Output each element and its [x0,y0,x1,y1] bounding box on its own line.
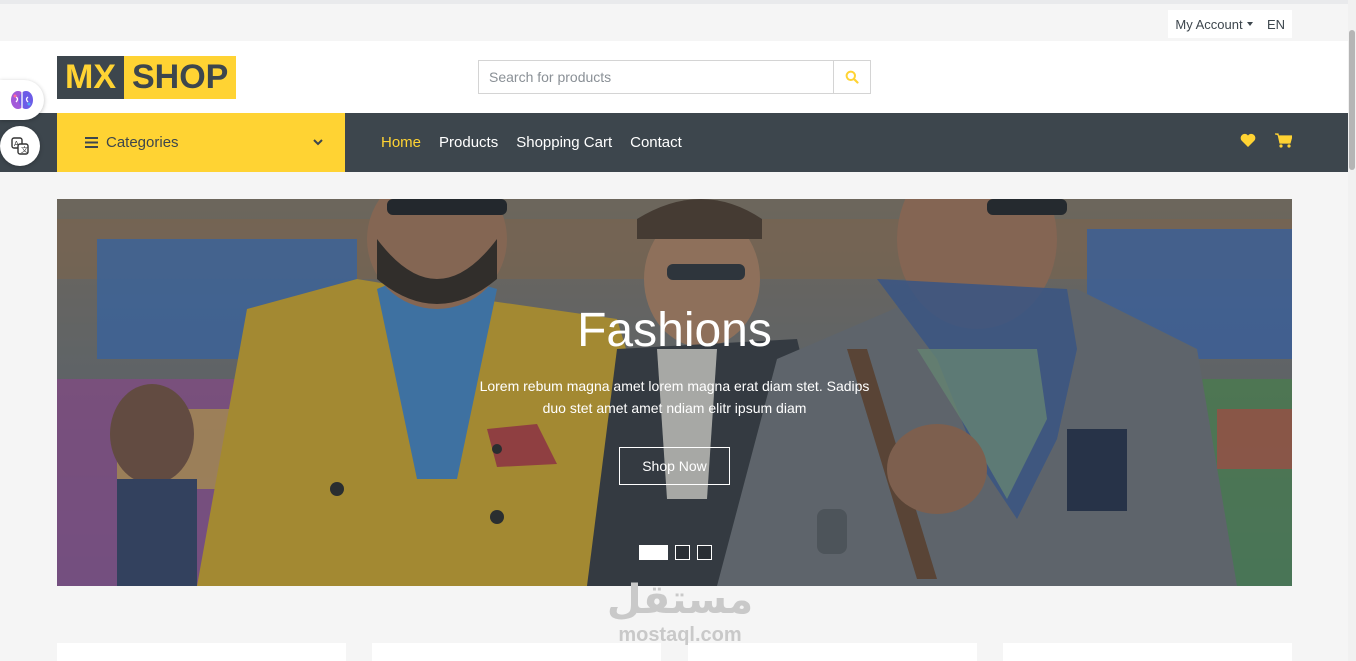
navbar: Categories Home Products Shopping Cart C… [0,113,1348,172]
heart-icon[interactable] [1240,133,1256,148]
nav-link-shopping-cart[interactable]: Shopping Cart [516,134,612,151]
top-bar: My Account EN [0,0,1356,41]
chevron-down-icon [313,139,323,146]
search-button[interactable] [833,61,870,93]
carousel-indicators [639,545,712,560]
carousel-dot-1[interactable] [639,545,668,560]
header: MX SHOP [0,41,1348,113]
translate-widget[interactable]: A 文 [0,126,40,166]
svg-text:A: A [14,141,19,148]
hero-carousel[interactable]: Fashions Lorem rebum magna amet lorem ma… [57,199,1292,586]
logo-part-shop: SHOP [124,56,237,99]
svg-text:文: 文 [21,145,28,154]
carousel-dot-2[interactable] [675,545,690,560]
hero-title: Fashions [577,304,772,357]
logo[interactable]: MX SHOP [57,56,237,99]
caret-down-icon [1246,22,1253,26]
cart-icon[interactable] [1275,133,1292,148]
categories-dropdown[interactable]: Categories [57,113,345,172]
translate-icon: A 文 [11,137,29,155]
feature-card [372,643,661,661]
main-menu: Home Products Shopping Cart Contact [381,113,682,172]
nav-link-products[interactable]: Products [439,134,498,151]
search-input[interactable] [479,61,833,93]
my-account-label: My Account [1175,16,1243,32]
feature-card [57,643,346,661]
feature-card [688,643,977,661]
search-icon [845,70,859,84]
logo-part-mx: MX [57,56,124,99]
categories-label: Categories [106,134,179,151]
search-bar [478,60,871,94]
watermark-arabic: مستقل [606,577,754,623]
shop-now-button[interactable]: Shop Now [619,447,730,485]
scrollbar-thumb[interactable] [1349,30,1355,170]
nav-link-contact[interactable]: Contact [630,134,682,151]
my-account-dropdown[interactable]: My Account [1168,10,1260,38]
feature-card [1003,643,1292,661]
bars-icon [85,137,98,148]
ai-assistant-widget[interactable] [0,80,44,120]
page-scrollbar[interactable] [1348,0,1356,661]
hero-description: Lorem rebum magna amet lorem magna erat … [479,378,870,416]
brain-icon [11,91,33,109]
language-selector[interactable]: EN [1260,10,1292,38]
watermark: مستقل mostaql.com [595,576,765,646]
carousel-dot-3[interactable] [697,545,712,560]
nav-link-home[interactable]: Home [381,134,421,151]
